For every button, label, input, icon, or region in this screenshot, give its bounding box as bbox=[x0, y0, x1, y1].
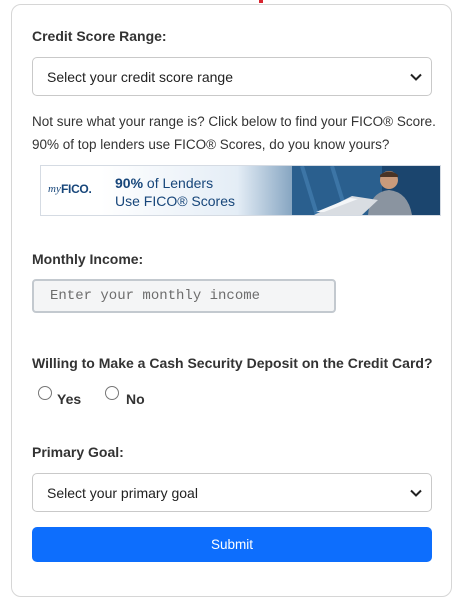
banner-headline-rest: of Lenders bbox=[143, 175, 214, 191]
banner-headline: 90% of Lenders bbox=[115, 175, 213, 191]
submit-button[interactable]: Submit bbox=[32, 527, 432, 562]
banner-subline: Use FICO® Scores bbox=[115, 193, 236, 209]
myfico-logo: my FICO. bbox=[41, 166, 101, 215]
credit-score-select-value: Select your credit score range bbox=[47, 69, 233, 85]
myfico-logo-fico: FICO. bbox=[61, 182, 92, 196]
myfico-logo-my: my bbox=[48, 183, 61, 195]
primary-goal-label: Primary Goal: bbox=[32, 444, 124, 460]
chevron-down-icon bbox=[410, 73, 422, 81]
deposit-question-label: Willing to Make a Cash Security Deposit … bbox=[32, 355, 433, 371]
deposit-yes-radio[interactable] bbox=[38, 386, 52, 400]
primary-goal-select[interactable]: Select your primary goal bbox=[32, 473, 432, 512]
banner-headline-bold: 90% bbox=[115, 175, 144, 191]
fico-help-line-2: 90% of top lenders use FICO® Scores, do … bbox=[32, 137, 390, 152]
monthly-income-input[interactable] bbox=[32, 279, 336, 313]
top-accent-mark bbox=[259, 0, 263, 3]
credit-score-select[interactable]: Select your credit score range bbox=[32, 57, 432, 96]
deposit-no-radio[interactable] bbox=[105, 386, 119, 400]
banner-text-area: 90% of Lenders Use FICO® Scores bbox=[101, 166, 440, 215]
man-with-laptop-photo bbox=[292, 166, 440, 215]
monthly-income-label: Monthly Income: bbox=[32, 251, 144, 267]
deposit-yes-label[interactable]: Yes bbox=[57, 391, 81, 407]
deposit-no-label[interactable]: No bbox=[126, 391, 145, 407]
credit-score-label: Credit Score Range: bbox=[32, 28, 167, 44]
myfico-banner[interactable]: my FICO. 90% of Lenders Use FICO® Scores bbox=[40, 165, 441, 216]
fico-help-line-1: Not sure what your range is? Click below… bbox=[32, 114, 436, 129]
chevron-down-icon bbox=[410, 489, 422, 497]
primary-goal-select-value: Select your primary goal bbox=[47, 485, 198, 501]
